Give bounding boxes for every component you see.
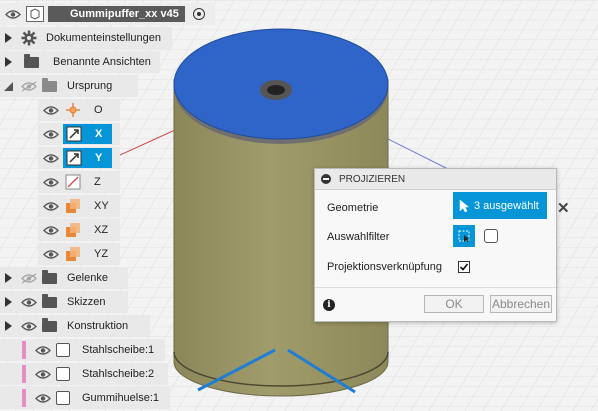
eye-icon[interactable] [43, 105, 59, 116]
browser-item-label: Konstruktion [67, 320, 129, 332]
browser-item-label: YZ [94, 248, 109, 260]
browser-item-stahlscheibe-1[interactable]: Stahlscheibe:1 [0, 339, 165, 361]
axis-icon [65, 150, 83, 166]
dialog-title: PROJIZIEREN [339, 173, 406, 185]
eye-icon[interactable] [5, 9, 21, 20]
component-icon [26, 6, 44, 22]
plane-icon [64, 246, 82, 262]
expand-arrow-icon[interactable] [5, 273, 12, 283]
browser-item-label: Z [94, 176, 101, 188]
filter-label: Auswahlfilter [327, 231, 390, 243]
browser-item-xy-plane[interactable]: XY [38, 195, 120, 217]
plane-icon [64, 198, 82, 214]
browser-item-gelenke[interactable]: Gelenke [0, 267, 128, 289]
cancel-button[interactable]: Abbrechen [490, 295, 552, 313]
dialog-divider [315, 287, 556, 288]
expand-arrow-icon[interactable] [5, 297, 12, 307]
project-dialog: PROJIZIEREN Geometrie 3 ausgewählt ✕ Aus… [314, 168, 570, 322]
browser-item-z-axis[interactable]: Z [38, 171, 120, 193]
link-checkbox[interactable] [458, 261, 470, 273]
browser-item-benannte-ansichten[interactable]: Benannte Ansichten [0, 51, 160, 73]
browser-item-label: Stahlscheibe:1 [82, 344, 155, 356]
body-icon [56, 391, 70, 405]
close-icon[interactable]: ✕ [557, 199, 570, 217]
browser-item-skizzen[interactable]: Skizzen [0, 291, 128, 313]
browser-item-konstruktion[interactable]: Konstruktion [0, 315, 150, 337]
component-color-bar [22, 341, 26, 359]
eye-icon[interactable] [43, 249, 59, 260]
browser-item-label: Stahlscheibe:2 [82, 368, 155, 380]
browser-item-label: Skizzen [67, 296, 106, 308]
expand-arrow-icon[interactable] [5, 57, 12, 67]
browser-item-dokumenteinstellungen[interactable]: Dokumenteinstellungen [0, 27, 172, 49]
axis-icon [64, 174, 82, 190]
browser-item-ursprung[interactable]: Ursprung [0, 75, 138, 97]
eye-icon[interactable] [43, 225, 59, 236]
cursor-icon [459, 198, 469, 213]
eye-icon[interactable] [43, 129, 59, 140]
body-icon [56, 343, 70, 357]
plane-icon [64, 222, 82, 238]
browser-item-xz-plane[interactable]: XZ [38, 219, 120, 241]
eye-icon[interactable] [35, 369, 51, 380]
axis-icon [65, 126, 83, 142]
gear-icon [20, 30, 38, 46]
expand-arrow-icon[interactable] [5, 321, 12, 331]
browser-item-label: O [94, 104, 103, 116]
collapse-arrow-icon[interactable] [4, 81, 13, 91]
folder-icon [42, 269, 57, 284]
dialog-header: PROJIZIEREN [315, 169, 556, 190]
browser-item-label: Gelenke [67, 272, 108, 284]
folder-icon [42, 317, 57, 332]
folder-icon [42, 293, 57, 308]
select-filter-button[interactable] [453, 225, 475, 247]
expand-arrow-icon[interactable] [5, 33, 12, 43]
geometry-select-button[interactable]: 3 ausgewählt [453, 192, 547, 219]
browser-item-label: Ursprung [67, 80, 113, 92]
browser-item-label: Dokumenteinstellungen [46, 32, 161, 44]
browser-item-yz-plane[interactable]: YZ [38, 243, 120, 265]
browser-item-x-axis[interactable]: X [38, 123, 120, 145]
browser-item-label: XZ [94, 224, 109, 236]
browser-item-origin-point[interactable]: O [38, 99, 120, 121]
eye-icon[interactable] [35, 393, 51, 404]
origin-point-icon [64, 102, 82, 118]
browser-item-stahlscheibe-2[interactable]: Stahlscheibe:2 [0, 363, 168, 385]
component-color-bar [22, 389, 26, 407]
folder-icon [24, 53, 39, 68]
center-hole-inner [267, 85, 285, 95]
browser-root[interactable]: Gummipuffer_xx v45 [0, 3, 215, 25]
browser-item-gummihuelse-1[interactable]: Gummihuelse:1 [0, 387, 170, 409]
folder-icon [42, 77, 57, 92]
eye-icon[interactable] [43, 177, 59, 188]
component-color-bar [22, 365, 26, 383]
activate-radio-icon[interactable] [192, 8, 205, 20]
minus-circle-icon[interactable] [321, 174, 331, 184]
root-label[interactable]: Gummipuffer_xx v45 [48, 6, 185, 22]
info-icon[interactable]: i [323, 299, 335, 311]
browser-item-label: Y [95, 152, 103, 164]
eye-icon[interactable] [43, 201, 59, 212]
browser-item-label: XY [94, 200, 109, 212]
eye-icon[interactable] [43, 153, 59, 164]
browser-item-y-axis[interactable]: Y [38, 147, 120, 169]
eye-icon[interactable] [21, 80, 37, 92]
body-filter-icon[interactable] [484, 229, 498, 243]
eye-icon[interactable] [21, 321, 37, 332]
browser-item-label: X [95, 128, 103, 140]
eye-icon[interactable] [35, 345, 51, 356]
eye-icon[interactable] [21, 272, 37, 284]
browser-item-label: Benannte Ansichten [53, 56, 151, 68]
body-icon [56, 367, 70, 381]
geometry-value: 3 ausgewählt [474, 199, 539, 212]
ok-button[interactable]: OK [424, 295, 484, 313]
browser-item-label: Gummihuelse:1 [82, 392, 160, 404]
link-label: Projektionsverknüpfung [327, 261, 442, 273]
eye-icon[interactable] [21, 297, 37, 308]
geometry-label: Geometrie [327, 202, 379, 214]
